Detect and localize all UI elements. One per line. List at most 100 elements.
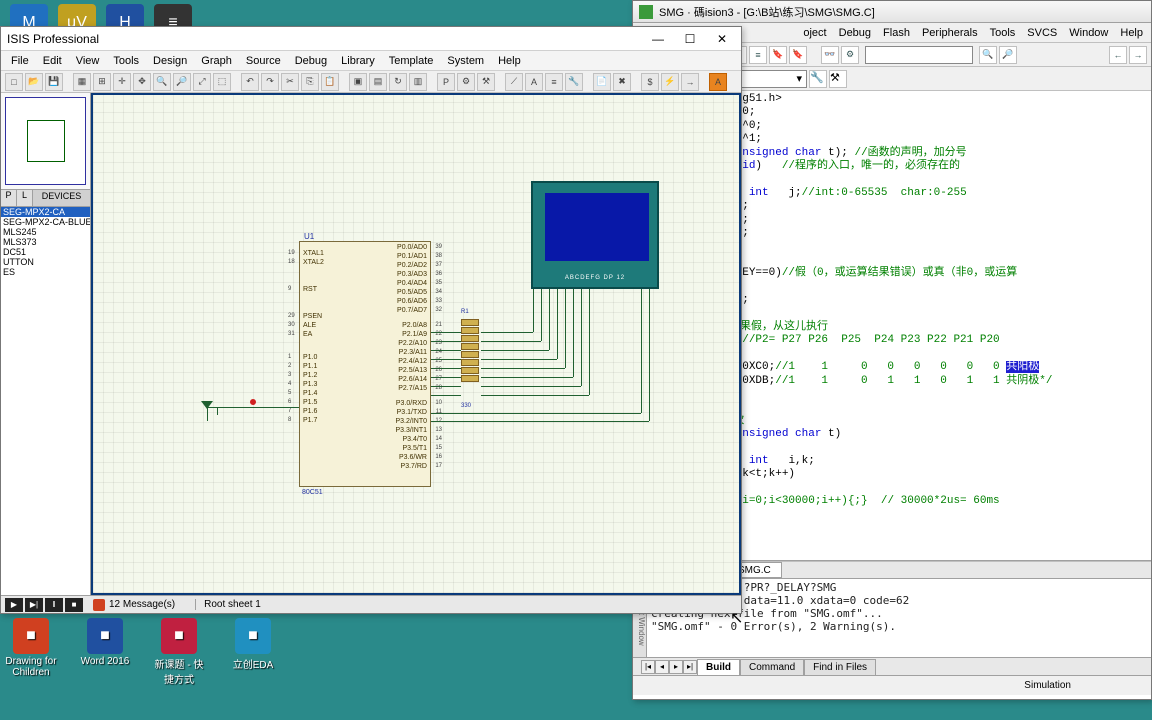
menu-file[interactable]: File: [11, 55, 29, 67]
menu-source[interactable]: Source: [246, 55, 281, 67]
device-item[interactable]: DC51: [1, 247, 90, 257]
redo-button[interactable]: ↷: [261, 73, 279, 91]
new-button[interactable]: □: [5, 73, 23, 91]
menu-oject[interactable]: oject: [803, 27, 826, 39]
options-button[interactable]: 🔧: [809, 70, 827, 88]
menu-flash[interactable]: Flash: [883, 27, 910, 39]
tab-nav-first[interactable]: |◂: [641, 660, 655, 674]
copy-button[interactable]: ⎘: [301, 73, 319, 91]
menu-edit[interactable]: Edit: [43, 55, 62, 67]
resistor-network[interactable]: R1 330: [461, 319, 481, 399]
device-item[interactable]: MLS373: [1, 237, 90, 247]
desktop-shortcut[interactable]: ■新课题 - 快捷方式: [152, 618, 206, 686]
paste-button[interactable]: 📋: [321, 73, 339, 91]
output-tab-command[interactable]: Command: [740, 659, 804, 675]
tab-nav-next[interactable]: ▸: [669, 660, 683, 674]
block-move-button[interactable]: ▤: [369, 73, 387, 91]
nav-fwd-button[interactable]: →: [1129, 46, 1147, 64]
schematic-canvas[interactable]: ABCDEFG DP 12 U1 19XTAL118XTAL29RST29PSE…: [91, 93, 741, 595]
block-delete-button[interactable]: ▥: [409, 73, 427, 91]
incremental-find-button[interactable]: 🔎: [999, 46, 1017, 64]
bookmark-button[interactable]: 🔖: [769, 46, 787, 64]
menu-library[interactable]: Library: [341, 55, 375, 67]
open-button[interactable]: 📂: [25, 73, 43, 91]
close-button[interactable]: ✕: [709, 30, 735, 48]
desktop-shortcut[interactable]: ■立创EDA: [226, 618, 280, 686]
menu-debug[interactable]: Debug: [839, 27, 871, 39]
ares-button[interactable]: A: [709, 73, 727, 91]
tab-nav-prev[interactable]: ◂: [655, 660, 669, 674]
grid-button[interactable]: ⊞: [93, 73, 111, 91]
stop-button[interactable]: ■: [65, 598, 83, 612]
find-in-files-button[interactable]: 🔍: [979, 46, 997, 64]
block-copy-button[interactable]: ▣: [349, 73, 367, 91]
erc-button[interactable]: ⚡: [661, 73, 679, 91]
message-count[interactable]: 12 Message(s): [93, 599, 175, 611]
zoom-all-button[interactable]: ⤢: [193, 73, 211, 91]
design-explorer-button[interactable]: 🔧: [565, 73, 583, 91]
device-item[interactable]: SEG-MPX2-CA: [1, 207, 90, 217]
find-button[interactable]: 👓: [821, 46, 839, 64]
menu-tools[interactable]: Tools: [990, 27, 1016, 39]
netlist-ares-button[interactable]: →: [681, 73, 699, 91]
remove-sheet-button[interactable]: ✖: [613, 73, 631, 91]
device-item[interactable]: MLS245: [1, 227, 90, 237]
property-button[interactable]: ≡: [545, 73, 563, 91]
menu-window[interactable]: Window: [1069, 27, 1108, 39]
desktop-shortcut[interactable]: ■Word 2016: [78, 618, 132, 686]
nav-back-button[interactable]: ←: [1109, 46, 1127, 64]
mcu-80c51[interactable]: U1 19XTAL118XTAL29RST29PSEN30ALE31EA1P1.…: [299, 241, 431, 487]
new-sheet-button[interactable]: 📄: [593, 73, 611, 91]
menu-peripherals[interactable]: Peripherals: [922, 27, 978, 39]
output-tab-find[interactable]: Find in Files: [804, 659, 876, 675]
menu-tools[interactable]: Tools: [113, 55, 139, 67]
device-item[interactable]: ES: [1, 267, 90, 277]
desktop-shortcut[interactable]: ■Drawing for Children: [4, 618, 58, 686]
indent-right-button[interactable]: ≡: [749, 46, 767, 64]
output-tab-build[interactable]: Build: [697, 659, 740, 675]
print-area-button[interactable]: ▦: [73, 73, 91, 91]
pick-button[interactable]: P: [437, 73, 455, 91]
tab-nav-last[interactable]: ▸|: [683, 660, 697, 674]
config-button[interactable]: ⚙: [841, 46, 859, 64]
cut-button[interactable]: ✂: [281, 73, 299, 91]
menu-template[interactable]: Template: [389, 55, 434, 67]
undo-button[interactable]: ↶: [241, 73, 259, 91]
origin-button[interactable]: ✛: [113, 73, 131, 91]
bill-button[interactable]: $: [641, 73, 659, 91]
make-device-button[interactable]: ⚙: [457, 73, 475, 91]
zoom-out-button[interactable]: 🔎: [173, 73, 191, 91]
proteus-titlebar[interactable]: ISIS Professional — ☐ ✕: [1, 27, 741, 51]
menu-design[interactable]: Design: [153, 55, 187, 67]
step-button[interactable]: ▶|: [25, 598, 43, 612]
wire-autoroute-button[interactable]: ⟋: [505, 73, 523, 91]
search-tag-button[interactable]: A: [525, 73, 543, 91]
menu-help[interactable]: Help: [498, 55, 521, 67]
device-list[interactable]: SEG-MPX2-CASEG-MPX2-CA-BLUEMLS245MLS373D…: [1, 207, 90, 595]
decompose-button[interactable]: ⚒: [477, 73, 495, 91]
search-combo[interactable]: [865, 46, 973, 64]
minimize-button[interactable]: —: [645, 30, 671, 48]
pause-button[interactable]: ‖: [45, 598, 63, 612]
zoom-in-button[interactable]: 🔍: [153, 73, 171, 91]
library-button[interactable]: L: [17, 190, 33, 206]
zoom-area-button[interactable]: ⬚: [213, 73, 231, 91]
maximize-button[interactable]: ☐: [677, 30, 703, 48]
menu-graph[interactable]: Graph: [201, 55, 232, 67]
block-rotate-button[interactable]: ↻: [389, 73, 407, 91]
pan-button[interactable]: ✥: [133, 73, 151, 91]
overview-window[interactable]: [5, 97, 86, 185]
seven-seg-display[interactable]: ABCDEFG DP 12: [531, 181, 659, 289]
menu-debug[interactable]: Debug: [295, 55, 327, 67]
menu-svcs[interactable]: SVCS: [1027, 27, 1057, 39]
menu-system[interactable]: System: [447, 55, 484, 67]
device-item[interactable]: UTTON: [1, 257, 90, 267]
menu-view[interactable]: View: [76, 55, 100, 67]
bookmark-next-button[interactable]: 🔖: [789, 46, 807, 64]
keil-titlebar[interactable]: SMG · 碼ision3 - [G:\B站\练习\SMG\SMG.C]: [633, 1, 1151, 23]
menu-help[interactable]: Help: [1120, 27, 1143, 39]
switch-node[interactable]: [250, 399, 256, 405]
save-button[interactable]: 💾: [45, 73, 63, 91]
device-item[interactable]: SEG-MPX2-CA-BLUE: [1, 217, 90, 227]
pick-device-button[interactable]: P: [1, 190, 17, 206]
